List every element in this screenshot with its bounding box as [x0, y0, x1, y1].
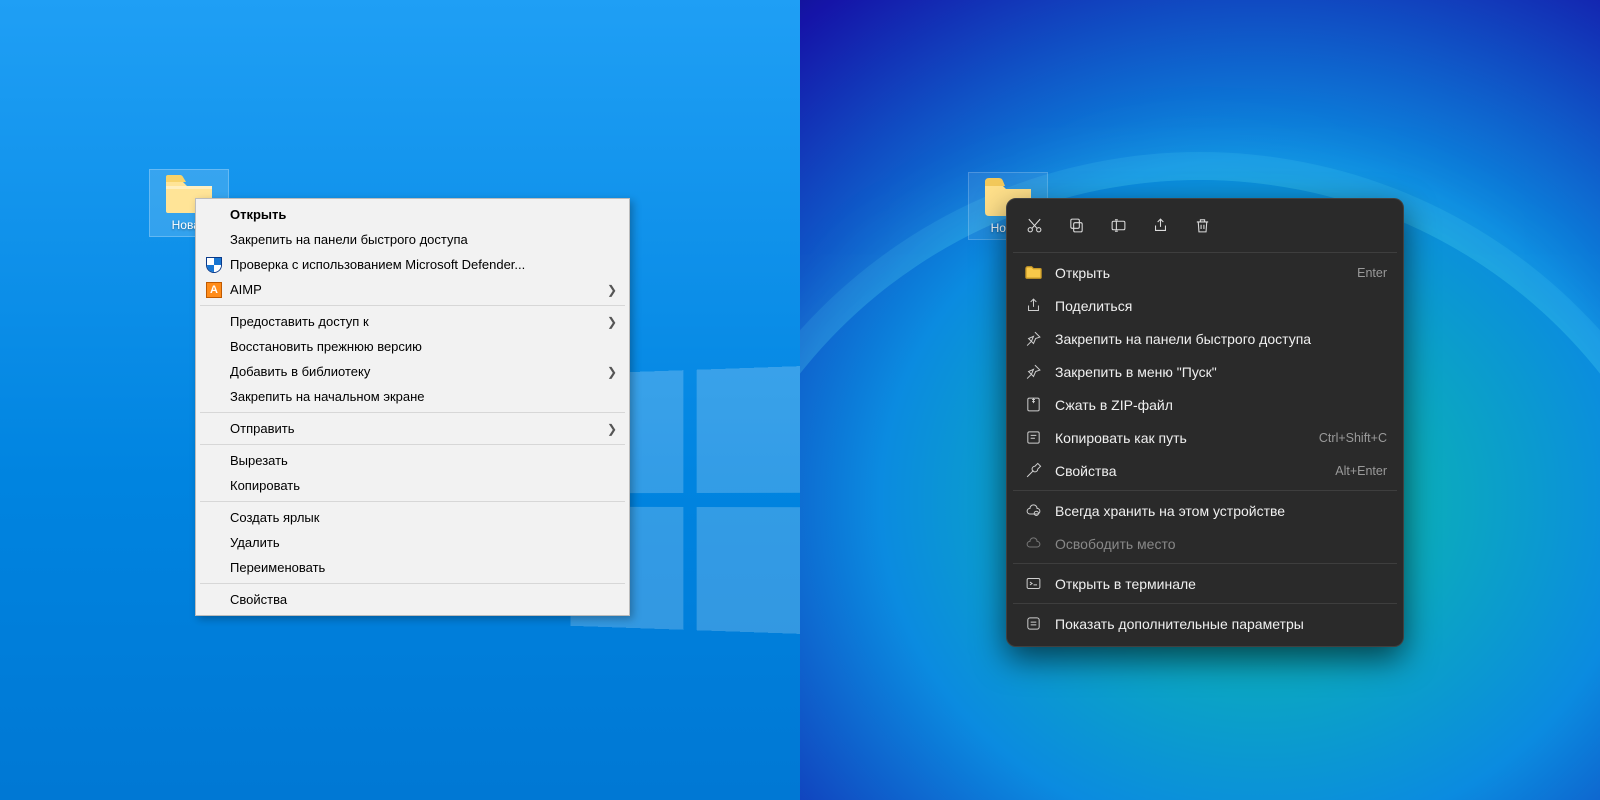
cut-icon[interactable]	[1015, 207, 1053, 243]
defender-shield-icon	[204, 255, 224, 275]
more-options-icon	[1023, 614, 1043, 634]
wrench-icon	[1023, 461, 1043, 481]
menu-share[interactable]: Поделиться	[1013, 289, 1397, 322]
menu-free-up-space[interactable]: Освободить место	[1013, 527, 1397, 560]
menu-pin-quick-access[interactable]: Закрепить на панели быстрого доступа	[1013, 322, 1397, 355]
menu-aimp[interactable]: A AIMP ❯	[198, 277, 627, 302]
menu-open-terminal[interactable]: Открыть в терминале	[1013, 567, 1397, 600]
menu-pin-quick-access[interactable]: Закрепить на панели быстрого доступа	[198, 227, 627, 252]
menu-create-shortcut[interactable]: Создать ярлык	[198, 505, 627, 530]
menu-copy-path[interactable]: Копировать как путь Ctrl+Shift+C	[1013, 421, 1397, 454]
menu-separator	[1013, 252, 1397, 253]
menu-pin-start[interactable]: Закрепить в меню "Пуск"	[1013, 355, 1397, 388]
menu-send-to[interactable]: Отправить ❯	[198, 416, 627, 441]
aimp-icon: A	[204, 280, 224, 300]
cloud-sync-icon	[1023, 501, 1043, 521]
menu-separator	[200, 412, 625, 413]
menu-properties[interactable]: Свойства Alt+Enter	[1013, 454, 1397, 487]
copy-icon[interactable]	[1057, 207, 1095, 243]
pin-icon	[1023, 329, 1043, 349]
menu-separator	[1013, 490, 1397, 491]
chevron-right-icon: ❯	[599, 283, 617, 297]
context-menu-win10: Открыть Закрепить на панели быстрого дос…	[195, 198, 630, 616]
share-icon[interactable]	[1141, 207, 1179, 243]
chevron-right-icon: ❯	[599, 422, 617, 436]
folder-open-icon	[1023, 263, 1043, 283]
menu-add-library[interactable]: Добавить в библиотеку ❯	[198, 359, 627, 384]
context-menu-win11: Открыть Enter Поделиться Закрепить на па…	[1006, 198, 1404, 647]
menu-separator	[200, 444, 625, 445]
zip-icon	[1023, 395, 1043, 415]
windows10-desktop[interactable]: Новая Открыть Закрепить на панели быстро…	[0, 0, 800, 800]
menu-give-access[interactable]: Предоставить доступ к ❯	[198, 309, 627, 334]
copy-path-icon	[1023, 428, 1043, 448]
terminal-icon	[1023, 574, 1043, 594]
menu-restore-previous[interactable]: Восстановить прежнюю версию	[198, 334, 627, 359]
menu-copy[interactable]: Копировать	[198, 473, 627, 498]
menu-rename[interactable]: Переименовать	[198, 555, 627, 580]
quick-action-row	[1013, 205, 1397, 249]
menu-compress-zip[interactable]: Сжать в ZIP-файл	[1013, 388, 1397, 421]
shortcut-hint: Alt+Enter	[1335, 464, 1387, 478]
menu-show-more-options[interactable]: Показать дополнительные параметры	[1013, 607, 1397, 640]
cloud-icon	[1023, 534, 1043, 554]
menu-defender-scan[interactable]: Проверка с использованием Microsoft Defe…	[198, 252, 627, 277]
menu-separator	[200, 501, 625, 502]
menu-always-keep-device[interactable]: Всегда хранить на этом устройстве	[1013, 494, 1397, 527]
share-icon	[1023, 296, 1043, 316]
menu-separator	[200, 583, 625, 584]
menu-properties[interactable]: Свойства	[198, 587, 627, 612]
menu-separator	[1013, 563, 1397, 564]
rename-icon[interactable]	[1099, 207, 1137, 243]
chevron-right-icon: ❯	[599, 365, 617, 379]
delete-icon[interactable]	[1183, 207, 1221, 243]
menu-delete[interactable]: Удалить	[198, 530, 627, 555]
menu-open[interactable]: Открыть Enter	[1013, 256, 1397, 289]
menu-open[interactable]: Открыть	[198, 202, 627, 227]
menu-separator	[1013, 603, 1397, 604]
menu-pin-start[interactable]: Закрепить на начальном экране	[198, 384, 627, 409]
windows11-desktop[interactable]: Новая Открыть Enter	[800, 0, 1600, 800]
menu-separator	[200, 305, 625, 306]
pin-icon	[1023, 362, 1043, 382]
shortcut-hint: Ctrl+Shift+C	[1319, 431, 1387, 445]
menu-cut[interactable]: Вырезать	[198, 448, 627, 473]
shortcut-hint: Enter	[1357, 266, 1387, 280]
chevron-right-icon: ❯	[599, 315, 617, 329]
